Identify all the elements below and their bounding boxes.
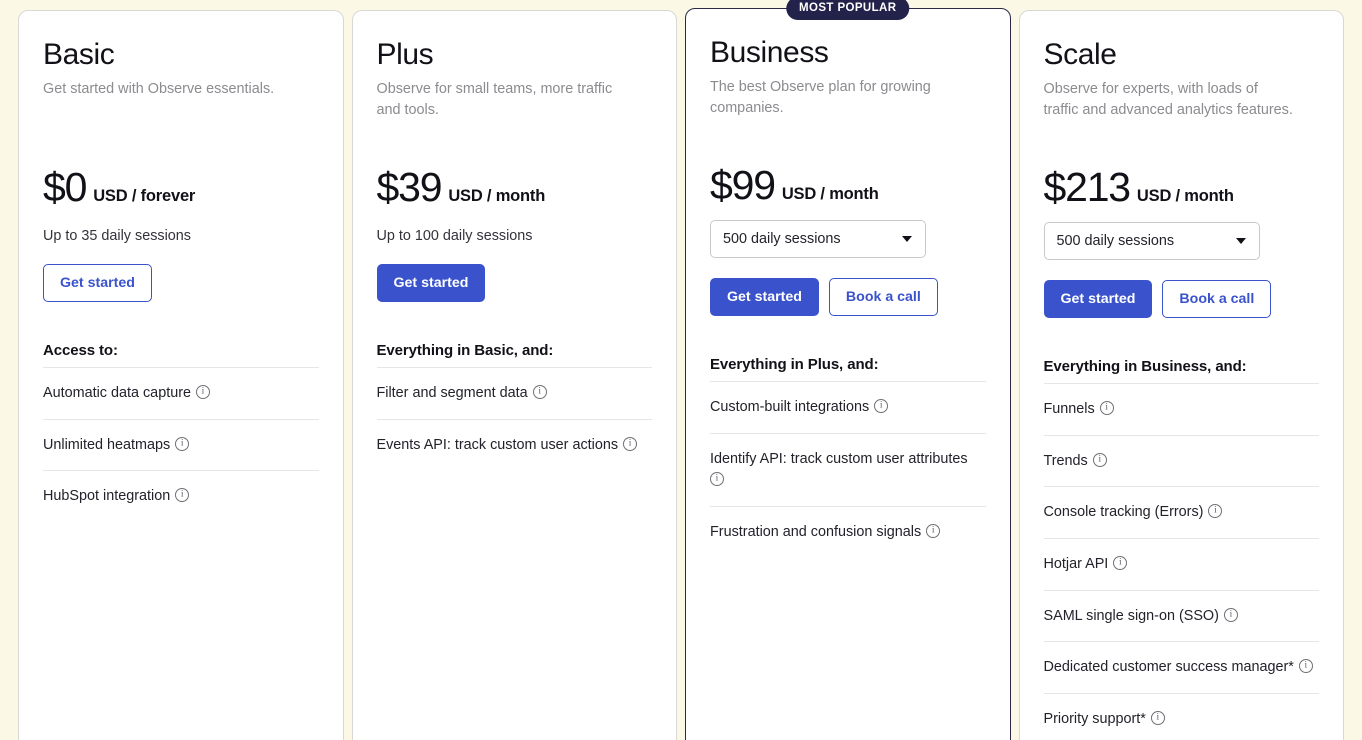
feature-item: Custom-built integrations (710, 381, 986, 433)
plan-description: Get started with Observe essentials. (43, 80, 275, 97)
feature-item: Frustration and confusion signals (710, 506, 986, 558)
chevron-down-icon[interactable] (1235, 237, 1246, 244)
info-icon[interactable] (1150, 710, 1165, 725)
feature-label: SAML single sign-on (SSO) (1043, 607, 1219, 624)
book-a-call-button[interactable]: Book a call (1162, 279, 1272, 319)
feature-item: Events API: track custom user actions (376, 418, 652, 471)
price-period: USD / forever (93, 186, 196, 205)
info-icon[interactable] (623, 436, 638, 451)
feature-label: Console tracking (Errors) (1043, 504, 1204, 521)
plan-card-scale: Scale Observe for experts, with loads of … (1018, 10, 1344, 740)
feature-label: Unlimited heatmaps (43, 436, 171, 453)
feature-label: Custom-built integrations (710, 399, 870, 416)
most-popular-badge: MOST POPULAR (786, 0, 910, 20)
price-period: USD / month (1136, 186, 1234, 205)
plan-name: Scale (1043, 38, 1117, 71)
info-icon[interactable] (1223, 607, 1238, 622)
info-icon[interactable] (175, 436, 190, 451)
feature-item: Identify API: track custom user attribut… (710, 432, 986, 506)
plan-description: Observe for small teams, more traffic an… (376, 80, 613, 118)
features-title: Everything in Plus, and: (710, 356, 879, 374)
price-amount: $213 (1043, 163, 1132, 210)
plan-name: Plus (376, 38, 434, 71)
feature-item: Priority support* (1043, 692, 1319, 740)
plan-description: The best Observe plan for growing compan… (710, 78, 931, 116)
get-started-button[interactable]: Get started (43, 263, 152, 303)
feature-label: Priority support* (1043, 710, 1146, 727)
price-amount: $99 (710, 161, 776, 208)
feature-label: HubSpot integration (43, 488, 171, 505)
features-title: Everything in Business, and: (1043, 358, 1247, 376)
feature-item: HubSpot integration (43, 470, 319, 522)
feature-label: Frustration and confusion signals (710, 524, 922, 541)
feature-item: Console tracking (Errors) (1043, 486, 1319, 538)
info-icon[interactable] (710, 472, 724, 487)
feature-item: Unlimited heatmaps (43, 418, 319, 471)
feature-item: Hotjar API (1043, 538, 1319, 590)
plan-actions: Get started Book a call (710, 277, 986, 317)
features-title: Everything in Basic, and: (376, 342, 554, 360)
session-select[interactable]: 500 daily sessions (710, 219, 926, 258)
feature-label: Dedicated customer success manager* (1043, 659, 1294, 676)
info-icon[interactable] (926, 524, 941, 539)
info-icon[interactable] (1092, 452, 1107, 467)
info-icon[interactable] (874, 399, 889, 414)
info-icon[interactable] (175, 488, 190, 503)
price-period: USD / month (781, 184, 879, 203)
pricing-plans-grid: Basic Get started with Observe essentials… (0, 0, 1362, 740)
plan-actions: Get started (43, 263, 319, 303)
features-title: Access to: (43, 342, 118, 360)
feature-label: Trends (1043, 452, 1088, 469)
sessions-note: Up to 35 daily sessions (43, 227, 191, 244)
feature-label: Automatic data capture (43, 385, 191, 402)
plan-actions: Get started (376, 263, 653, 303)
feature-label: Funnels (1043, 401, 1095, 418)
session-select-wrapper: 500 daily sessions (710, 219, 926, 258)
feature-item: Funnels (1043, 383, 1319, 435)
feature-item: SAML single sign-on (SSO) (1043, 589, 1319, 642)
feature-list: Custom-built integrations Identify API: t… (710, 381, 986, 557)
info-icon[interactable] (196, 385, 210, 400)
get-started-button[interactable]: Get started (710, 277, 819, 317)
price-period: USD / month (448, 186, 546, 205)
feature-list: Filter and segment data Events API: track… (376, 367, 652, 471)
session-select-value: 500 daily sessions (723, 230, 841, 247)
feature-label: Filter and segment data (376, 385, 528, 402)
plan-card-basic: Basic Get started with Observe essentials… (18, 10, 344, 740)
feature-label: Hotjar API (1043, 556, 1109, 573)
feature-item: Automatic data capture (43, 367, 319, 419)
session-select-wrapper: 500 daily sessions (1043, 221, 1260, 260)
feature-item: Dedicated customer success manager* (1043, 641, 1319, 693)
feature-label: Events API: track custom user actions (376, 436, 619, 453)
price-amount: $39 (376, 163, 443, 210)
plan-description: Observe for experts, with loads of traff… (1043, 80, 1293, 118)
plan-name: Basic (43, 38, 115, 71)
sessions-note: Up to 100 daily sessions (376, 227, 533, 244)
plan-price: $39 USD / month (376, 163, 653, 210)
plan-price: $99 USD / month (710, 161, 986, 208)
feature-label: Identify API: track custom user attribut… (710, 450, 968, 467)
info-icon[interactable] (532, 385, 547, 400)
get-started-button[interactable]: Get started (376, 263, 486, 303)
plan-price: $0 USD / forever (43, 163, 319, 210)
plan-name: Business (710, 36, 829, 69)
info-icon[interactable] (1298, 659, 1313, 674)
get-started-button[interactable]: Get started (1043, 279, 1153, 319)
session-select[interactable]: 500 daily sessions (1043, 221, 1260, 260)
plan-price: $213 USD / month (1043, 163, 1320, 210)
feature-list: Funnels Trends Console tracking (Errors) Ho… (1043, 383, 1319, 740)
session-select-value: 500 daily sessions (1056, 232, 1175, 249)
feature-list: Automatic data capture Unlimited heatmaps… (43, 367, 319, 522)
price-amount: $0 (43, 163, 87, 210)
chevron-down-icon[interactable] (902, 235, 912, 242)
info-icon[interactable] (1099, 401, 1114, 416)
plan-card-business: MOST POPULAR Business The best Observe pla… (685, 0, 1011, 740)
feature-item: Trends (1043, 434, 1319, 487)
feature-item: Filter and segment data (376, 367, 652, 419)
plan-actions: Get started Book a call (1043, 279, 1320, 319)
book-a-call-button[interactable]: Book a call (828, 277, 938, 317)
info-icon[interactable] (1208, 504, 1223, 519)
plan-card-plus: Plus Observe for small teams, more traffi… (351, 10, 677, 740)
info-icon[interactable] (1113, 556, 1128, 571)
